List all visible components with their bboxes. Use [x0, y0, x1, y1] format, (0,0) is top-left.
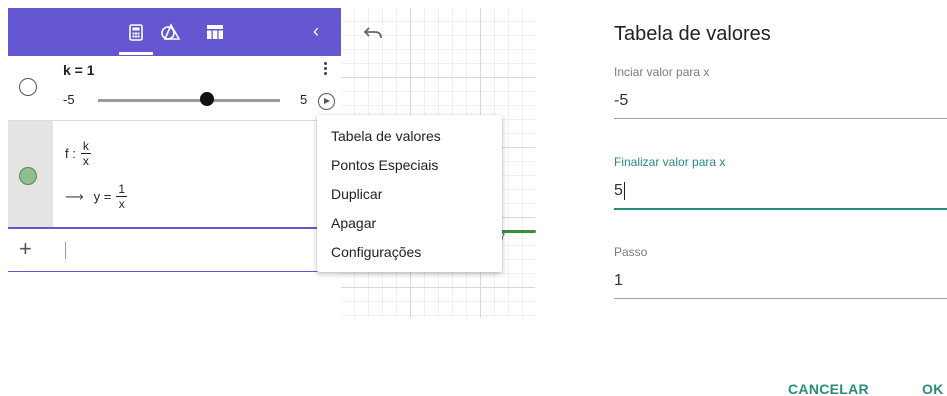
end-value-input-wrap[interactable]: 5 [614, 181, 947, 201]
function-output: ⟶ y = 1 x [65, 182, 128, 211]
slider-track[interactable] [98, 99, 280, 102]
start-value-input[interactable]: -5 [614, 91, 947, 111]
slider-expression[interactable]: k = 1 [63, 62, 95, 78]
output-arrow: ⟶ [65, 188, 84, 204]
context-menu: Tabela de valores Pontos Especiais Dupli… [317, 115, 502, 272]
fraction-denominator: x [118, 197, 125, 211]
end-value-input[interactable]: 5 [614, 182, 623, 200]
step-input[interactable]: 1 [614, 271, 947, 291]
visibility-column [8, 56, 53, 120]
start-value-label: Inciar valor para x [614, 65, 710, 79]
menu-item-settings[interactable]: Configurações [317, 238, 502, 267]
function-prefix: f : [65, 146, 76, 161]
fraction-denominator: x [82, 154, 89, 168]
start-value-field[interactable]: Inciar valor para x -5 [614, 65, 947, 119]
algebra-input-row[interactable]: + [8, 229, 341, 272]
step-field[interactable]: Passo 1 [614, 245, 947, 299]
step-label: Passo [614, 245, 648, 259]
slider-min: -5 [63, 92, 75, 107]
output-fraction: 1 x [116, 182, 128, 211]
menu-item-delete[interactable]: Apagar [317, 209, 502, 238]
fraction-numerator: 1 [116, 182, 128, 197]
step-underline [614, 298, 947, 299]
visibility-toggle[interactable] [19, 78, 37, 96]
ok-button[interactable]: OK [922, 381, 944, 396]
slider-thumb[interactable] [200, 92, 215, 106]
table-icon[interactable] [205, 22, 225, 42]
calculator-icon[interactable] [126, 22, 146, 42]
visibility-column [8, 121, 53, 227]
cancel-button[interactable]: CANCELAR [788, 381, 869, 396]
input-caret [65, 242, 66, 259]
menu-item-duplicate[interactable]: Duplicar [317, 180, 502, 209]
play-icon[interactable] [318, 93, 335, 110]
fraction-numerator: k [80, 139, 91, 154]
algebra-toolbar: ‹ [8, 8, 341, 56]
slider-max: 5 [300, 92, 308, 107]
active-tab-indicator [119, 52, 153, 55]
add-icon[interactable]: + [19, 238, 32, 260]
end-value-field[interactable]: Finalizar valor para x 5 [614, 155, 947, 210]
menu-item-table-of-values[interactable]: Tabela de valores [317, 122, 502, 151]
geometry-tools-icon[interactable] [161, 22, 181, 42]
app-window: ‹ k = 1 -5 5 f : k x ⟶ y = 1 x + 7 Tabel… [0, 0, 947, 396]
dialog-title: Tabela de valores [614, 23, 771, 45]
function-definition[interactable]: f : k x [65, 139, 91, 168]
output-lhs: y = [93, 189, 112, 204]
start-value-underline [614, 118, 947, 119]
algebra-row-function[interactable]: f : k x ⟶ y = 1 x [8, 121, 341, 229]
undo-icon[interactable] [363, 24, 383, 40]
menu-item-special-points[interactable]: Pontos Especiais [317, 151, 502, 180]
back-chevron-icon[interactable]: ‹ [313, 21, 329, 41]
end-value-underline [614, 208, 947, 210]
end-value-label: Finalizar valor para x [614, 155, 726, 169]
algebra-row-slider[interactable]: k = 1 -5 5 [8, 56, 341, 121]
text-caret [623, 182, 625, 200]
kebab-menu-icon[interactable] [324, 62, 328, 78]
algebra-panel: ‹ k = 1 -5 5 f : k x ⟶ y = 1 x + [8, 8, 341, 272]
definition-fraction: k x [80, 139, 91, 168]
table-of-values-dialog: Tabela de valores Inciar valor para x -5… [600, 0, 947, 396]
visibility-toggle[interactable] [19, 167, 37, 185]
